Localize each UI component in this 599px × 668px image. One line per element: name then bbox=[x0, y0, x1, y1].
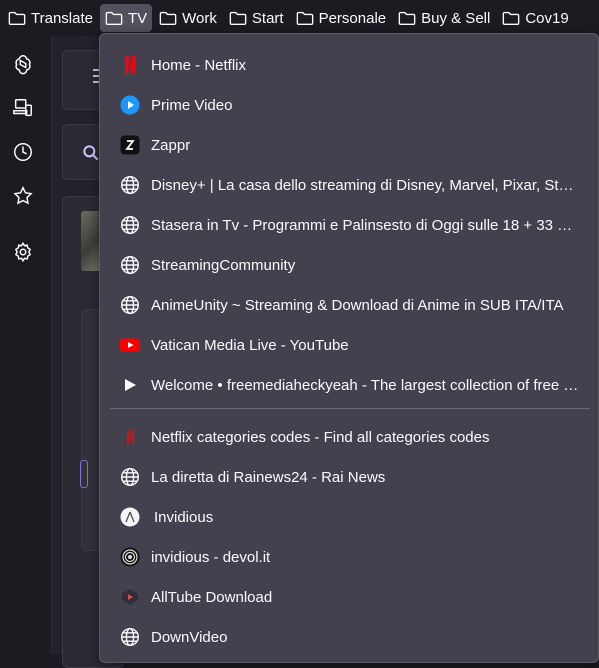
bookmark-folder-label: Cov19 bbox=[525, 9, 569, 27]
bookmark-menu-item[interactable]: Invidious bbox=[100, 497, 598, 537]
bookmark-folder-start[interactable]: Start bbox=[224, 4, 289, 32]
settings-icon[interactable] bbox=[12, 241, 34, 263]
globe-icon bbox=[120, 255, 140, 275]
synced-devices-icon[interactable] bbox=[12, 97, 34, 119]
history-icon[interactable] bbox=[12, 141, 34, 163]
bookmarks-toolbar: Translate TV Work Start Personale Buy & Sell C… bbox=[0, 0, 599, 36]
bookmark-menu-item-label: Invidious bbox=[154, 508, 214, 526]
input-edge[interactable] bbox=[80, 460, 88, 488]
netflix-codes-icon bbox=[120, 427, 140, 447]
bookmark-menu-item[interactable]: Vatican Media Live - YouTube bbox=[100, 325, 598, 365]
globe-icon bbox=[120, 627, 140, 647]
bookmark-folder-personale[interactable]: Personale bbox=[291, 4, 392, 32]
chatgpt-icon[interactable] bbox=[12, 53, 34, 75]
youtube-icon bbox=[120, 335, 140, 355]
sidebar bbox=[0, 36, 52, 654]
devol-icon bbox=[120, 547, 140, 567]
invidious-icon bbox=[120, 507, 140, 527]
play-icon bbox=[120, 375, 140, 395]
bookmark-menu-item[interactable]: Stasera in Tv - Programmi e Palinsesto d… bbox=[100, 205, 598, 245]
folder-icon bbox=[159, 10, 177, 26]
bookmark-menu-item-label: Disney+ | La casa dello streaming di Dis… bbox=[151, 176, 581, 194]
bookmark-menu-item[interactable]: AnimeUnity ~ Streaming & Download di Ani… bbox=[100, 285, 598, 325]
bookmark-folder-label: Translate bbox=[31, 9, 93, 27]
bookmark-folder-buy-sell[interactable]: Buy & Sell bbox=[393, 4, 495, 32]
bookmark-menu-item[interactable]: Home - Netflix bbox=[100, 45, 598, 85]
bookmark-folder-translate[interactable]: Translate bbox=[3, 4, 98, 32]
bookmark-menu-item-label: La diretta di Rainews24 - Rai News bbox=[151, 468, 386, 486]
globe-icon bbox=[120, 215, 140, 235]
bookmark-menu-item[interactable]: invidious - devol.it bbox=[100, 537, 598, 577]
search-icon bbox=[83, 145, 99, 161]
bookmark-folder-label: Start bbox=[251, 9, 284, 27]
bookmark-folder-work[interactable]: Work bbox=[154, 4, 222, 32]
bookmark-menu-item[interactable]: StreamingCommunity bbox=[100, 245, 598, 285]
bookmark-menu-item-label: DownVideo bbox=[151, 628, 228, 646]
bookmark-menu-item-label: Home - Netflix bbox=[151, 56, 247, 74]
bookmark-menu-item[interactable]: Welcome • freemediaheckyeah - The larges… bbox=[100, 365, 598, 405]
bookmark-menu-item[interactable]: AllTube Download bbox=[100, 577, 598, 617]
alltube-icon bbox=[120, 587, 140, 607]
bookmark-folder-cov19[interactable]: Cov19 bbox=[497, 4, 573, 32]
prime-video-icon bbox=[120, 95, 140, 115]
bookmark-menu-item-label: AllTube Download bbox=[151, 588, 273, 606]
bookmark-menu-item-label: Zappr bbox=[151, 136, 191, 154]
bookmark-menu-item-label: AnimeUnity ~ Streaming & Download di Ani… bbox=[151, 296, 564, 314]
folder-icon bbox=[398, 10, 416, 26]
bookmark-folder-tv[interactable]: TV bbox=[99, 4, 153, 32]
bookmark-folder-label: Personale bbox=[318, 9, 387, 27]
bookmark-menu-item[interactable]: La diretta di Rainews24 - Rai News bbox=[100, 457, 598, 497]
bookmark-menu-item-label: Vatican Media Live - YouTube bbox=[151, 336, 349, 354]
folder-icon bbox=[8, 10, 26, 26]
bookmark-menu-item-label: Prime Video bbox=[151, 96, 233, 114]
bookmark-menu-item[interactable]: DownVideo bbox=[100, 617, 598, 657]
bookmark-folder-label: Work bbox=[182, 9, 217, 27]
bookmark-folder-label: TV bbox=[127, 9, 148, 27]
bookmarks-star-icon[interactable] bbox=[12, 185, 34, 207]
bookmark-menu-item-label: invidious - devol.it bbox=[151, 548, 271, 566]
bookmark-menu-item-label: Stasera in Tv - Programmi e Palinsesto d… bbox=[151, 216, 581, 234]
folder-icon bbox=[229, 10, 247, 26]
bookmark-folder-label: Buy & Sell bbox=[421, 9, 491, 27]
bookmark-menu-item[interactable]: Zappr bbox=[100, 125, 598, 165]
globe-icon bbox=[120, 175, 140, 195]
folder-icon bbox=[502, 10, 520, 26]
netflix-icon bbox=[120, 55, 140, 75]
globe-icon bbox=[120, 467, 140, 487]
folder-icon bbox=[105, 10, 123, 26]
bookmark-menu-item-label: Netflix categories codes - Find all cate… bbox=[151, 428, 490, 446]
menu-separator bbox=[110, 408, 590, 409]
bookmarks-folder-menu: Home - Netflix Prime Video Zappr Disney+ | … bbox=[99, 33, 599, 663]
bookmark-menu-item[interactable]: Prime Video bbox=[100, 85, 598, 125]
bookmark-menu-item[interactable]: Netflix categories codes - Find all cate… bbox=[100, 417, 598, 457]
bookmark-menu-item-label: StreamingCommunity bbox=[151, 256, 296, 274]
bookmark-menu-item-label: Welcome • freemediaheckyeah - The larges… bbox=[151, 376, 581, 394]
zappr-icon bbox=[120, 135, 140, 155]
folder-icon bbox=[296, 10, 314, 26]
globe-icon bbox=[120, 295, 140, 315]
bookmark-menu-item[interactable]: Disney+ | La casa dello streaming di Dis… bbox=[100, 165, 598, 205]
